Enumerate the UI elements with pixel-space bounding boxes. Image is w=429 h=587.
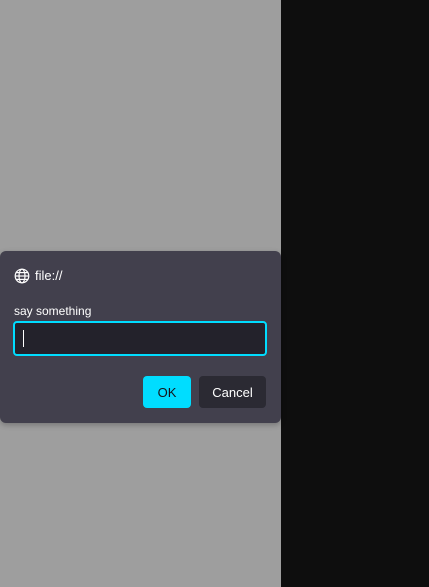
cancel-button[interactable]: Cancel: [199, 376, 266, 408]
dialog-origin: file://: [14, 267, 62, 285]
prompt-dialog: file:// say something OK Cancel: [0, 251, 281, 423]
ok-button[interactable]: OK: [143, 376, 191, 408]
dialog-message: say something: [14, 304, 92, 318]
dialog-origin-text: file://: [35, 268, 63, 283]
globe-icon: [14, 268, 30, 284]
prompt-input[interactable]: [15, 323, 265, 354]
prompt-input-container[interactable]: [13, 321, 267, 356]
text-caret: [23, 330, 24, 347]
browser-viewport: file:// say something OK Cancel: [0, 0, 429, 587]
page-content-right: [281, 0, 429, 587]
